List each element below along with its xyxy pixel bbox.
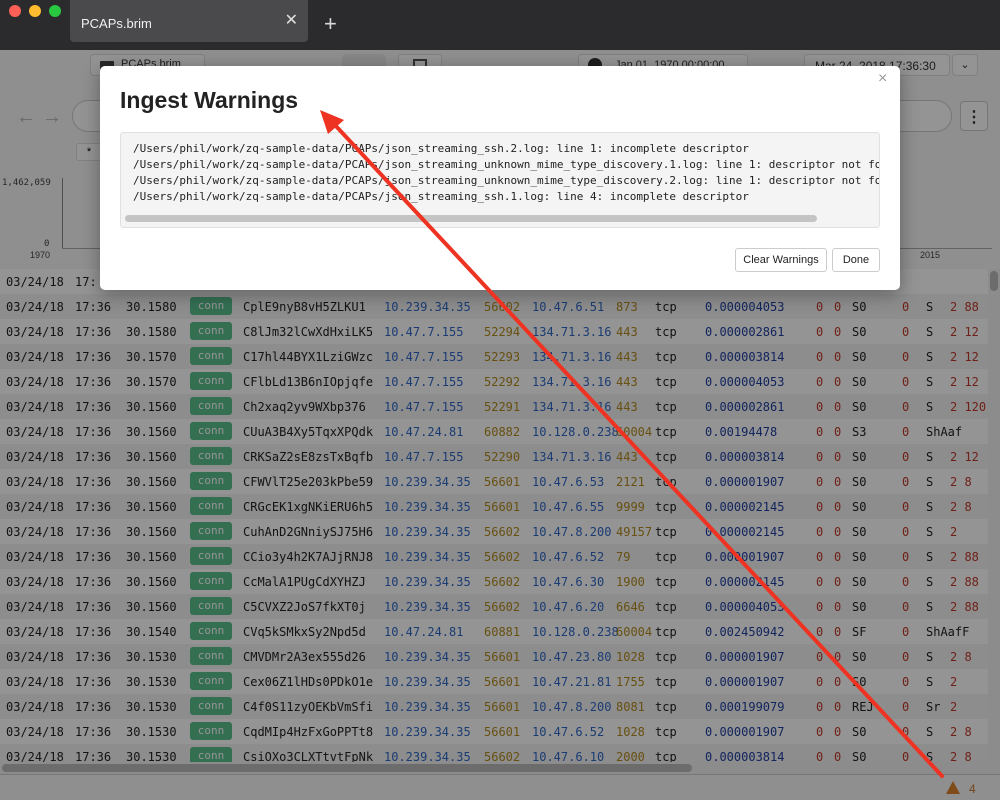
warning-line: /Users/phil/work/zq-sample-data/PCAPs/js… bbox=[133, 142, 749, 155]
tab-close-icon[interactable]: ✕ bbox=[285, 13, 298, 29]
done-button[interactable]: Done bbox=[832, 248, 880, 272]
zoom-window-button[interactable] bbox=[49, 5, 61, 17]
close-icon[interactable]: × bbox=[878, 70, 887, 88]
clear-warnings-button[interactable]: Clear Warnings bbox=[735, 248, 827, 272]
ingest-warnings-modal: Ingest Warnings × /Users/phil/work/zq-sa… bbox=[100, 66, 900, 290]
title-bar: PCAPs.brim ✕ + bbox=[0, 0, 1000, 50]
modal-title: Ingest Warnings bbox=[120, 87, 299, 113]
warning-line: /Users/phil/work/zq-sample-data/PCAPs/js… bbox=[133, 190, 749, 203]
minimize-window-button[interactable] bbox=[29, 5, 41, 17]
close-window-button[interactable] bbox=[9, 5, 21, 17]
warning-line: /Users/phil/work/zq-sample-data/PCAPs/js… bbox=[133, 158, 880, 171]
warnings-scrollbar-thumb[interactable] bbox=[125, 215, 817, 222]
new-tab-button[interactable]: + bbox=[324, 13, 337, 35]
warnings-log-box: /Users/phil/work/zq-sample-data/PCAPs/js… bbox=[120, 132, 880, 228]
warning-line: /Users/phil/work/zq-sample-data/PCAPs/js… bbox=[133, 174, 880, 187]
tab-pcaps[interactable]: PCAPs.brim ✕ bbox=[70, 0, 308, 42]
tab-label: PCAPs.brim bbox=[81, 16, 152, 31]
